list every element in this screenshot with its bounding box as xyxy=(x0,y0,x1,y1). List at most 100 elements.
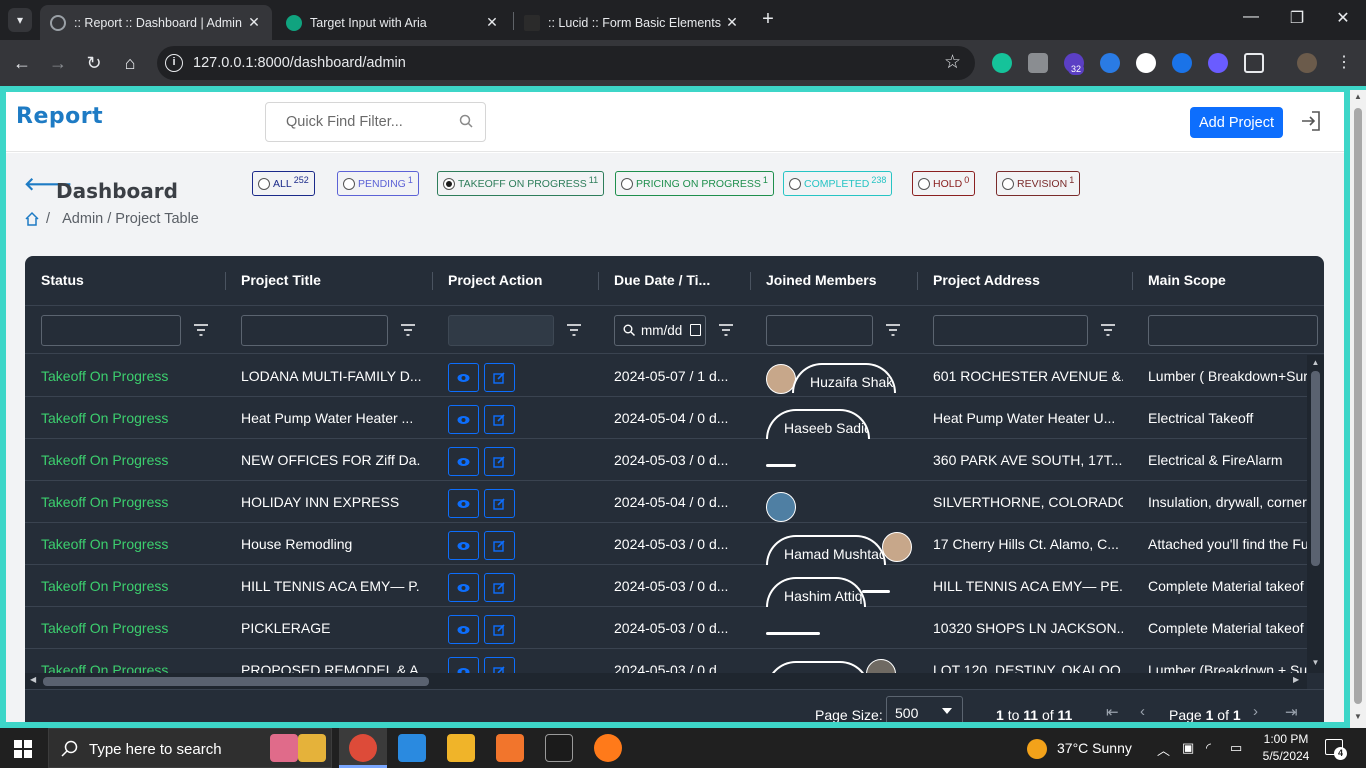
battery-icon[interactable]: ▭ xyxy=(1230,740,1242,756)
filter-icon[interactable] xyxy=(194,324,208,336)
column-header-main-scope[interactable]: Main Scope xyxy=(1148,272,1226,288)
grammarly-extension-icon[interactable] xyxy=(992,53,1012,73)
next-page-icon[interactable]: › xyxy=(1253,703,1258,720)
browser-tab-report[interactable]: :: Report :: Dashboard | Admin | ✕ xyxy=(40,5,272,40)
joined-members-filter-input[interactable] xyxy=(766,315,873,346)
scroll-down-arrow-icon[interactable]: ▼ xyxy=(1307,658,1324,667)
filter-takeoff-on-progress[interactable]: TAKEOFF ON PROGRESS 11 xyxy=(437,171,605,196)
close-tab-icon[interactable]: ✕ xyxy=(246,14,262,31)
breadcrumb-path[interactable]: Admin / Project Table xyxy=(62,211,199,227)
filter-hold[interactable]: HOLD 0 xyxy=(912,171,976,196)
gear-extension-icon[interactable] xyxy=(1208,53,1228,73)
minimize-window-button[interactable]: — xyxy=(1236,8,1266,26)
view-project-button[interactable] xyxy=(448,657,479,673)
member-name-pill[interactable]: Hashim Attiq xyxy=(766,577,866,607)
sun-weather-icon[interactable] xyxy=(1027,739,1047,759)
profile-avatar[interactable] xyxy=(1297,53,1317,73)
table-row[interactable]: Takeoff On Progress HOLIDAY INN EXPRESS … xyxy=(25,481,1307,523)
windows-start-icon[interactable] xyxy=(14,740,32,758)
member-name-pill[interactable] xyxy=(766,661,870,673)
member-name-pill[interactable]: Haseeb Sadiq xyxy=(766,409,870,439)
weather-text[interactable]: 37°C Sunny xyxy=(1057,740,1132,756)
edit-project-button[interactable] xyxy=(484,363,515,392)
home-icon[interactable]: ⌂ xyxy=(118,51,142,75)
view-project-button[interactable] xyxy=(448,489,479,518)
logout-icon[interactable] xyxy=(1299,109,1323,133)
browser-tab-target-input[interactable]: Target Input with Aria ✕ xyxy=(276,5,510,40)
quick-find-input[interactable] xyxy=(266,103,456,141)
edit-project-button[interactable] xyxy=(484,447,515,476)
chevron-up-icon[interactable]: ︿ xyxy=(1157,740,1170,759)
column-header-status[interactable]: Status xyxy=(41,272,84,288)
edit-project-button[interactable] xyxy=(484,489,515,518)
radio-icon[interactable] xyxy=(343,177,355,190)
infinity-extension-icon[interactable] xyxy=(1172,53,1192,73)
edit-project-button[interactable] xyxy=(484,405,515,434)
address-bar[interactable]: i 127.0.0.1:8000/dashboard/admin ☆ xyxy=(157,46,975,80)
close-window-button[interactable]: ✕ xyxy=(1328,8,1358,28)
edit-project-button[interactable] xyxy=(484,657,515,673)
device-icon[interactable]: ▣ xyxy=(1182,740,1194,756)
table-vertical-scrollbar[interactable]: ▲ ▼ xyxy=(1307,355,1324,673)
bookmark-star-icon[interactable]: ☆ xyxy=(944,51,961,74)
calendar-icon[interactable] xyxy=(690,324,701,336)
camera-extension-icon[interactable] xyxy=(1028,53,1048,73)
last-page-icon[interactable]: ⇥ xyxy=(1285,703,1298,721)
column-divider[interactable] xyxy=(598,272,599,290)
scroll-up-arrow-icon[interactable]: ▲ xyxy=(1350,92,1366,101)
table-horizontal-scrollbar[interactable]: ◀ ▶ xyxy=(25,673,1307,689)
project-address-filter-input[interactable] xyxy=(933,315,1088,346)
filter-all[interactable]: ALL 252 xyxy=(252,171,315,196)
avatar[interactable] xyxy=(866,659,896,673)
gift-icon[interactable] xyxy=(298,734,326,762)
scroll-up-arrow-icon[interactable]: ▲ xyxy=(1307,358,1324,367)
vscode-icon[interactable] xyxy=(398,734,426,762)
taskbar-clock[interactable]: 1:00 PM 5/5/2024 xyxy=(1256,731,1316,765)
add-project-button[interactable]: Add Project xyxy=(1190,107,1283,138)
radio-icon[interactable] xyxy=(258,177,270,190)
restore-window-button[interactable]: ❐ xyxy=(1282,8,1312,28)
member-name-pill[interactable]: Huzaifa Shakir xyxy=(792,363,896,393)
column-header-project-title[interactable]: Project Title xyxy=(241,272,321,288)
site-info-icon[interactable]: i xyxy=(165,54,183,72)
reload-icon[interactable]: ↻ xyxy=(82,51,106,75)
filter-icon[interactable] xyxy=(567,324,581,336)
filter-icon[interactable] xyxy=(1101,324,1115,336)
chrome-icon[interactable] xyxy=(349,734,377,762)
table-row[interactable]: Takeoff On Progress PROPOSED REMODEL & A… xyxy=(25,649,1307,673)
scroll-left-arrow-icon[interactable]: ◀ xyxy=(30,675,36,684)
scrollbar-thumb[interactable] xyxy=(1311,371,1320,566)
column-header-due-date[interactable]: Due Date / Ti... xyxy=(614,272,710,288)
filter-icon[interactable] xyxy=(401,324,415,336)
address-url[interactable]: 127.0.0.1:8000/dashboard/admin xyxy=(193,55,406,71)
status-filter-input[interactable] xyxy=(41,315,181,346)
scroll-down-arrow-icon[interactable]: ▼ xyxy=(1350,712,1366,721)
home-breadcrumb-icon[interactable] xyxy=(24,211,40,227)
scrollbar-thumb[interactable] xyxy=(1354,108,1362,704)
column-divider[interactable] xyxy=(1132,272,1133,290)
project-title-filter-input[interactable] xyxy=(241,315,388,346)
table-row[interactable]: Takeoff On Progress House Remodling 2024… xyxy=(25,523,1307,565)
close-tab-icon[interactable]: ✕ xyxy=(484,14,500,31)
edit-project-button[interactable] xyxy=(484,531,515,560)
scrollbar-thumb[interactable] xyxy=(43,677,429,686)
radio-icon[interactable] xyxy=(918,177,930,190)
table-row[interactable]: Takeoff On Progress Heat Pump Water Heat… xyxy=(25,397,1307,439)
filter-completed[interactable]: COMPLETED 238 xyxy=(783,171,893,196)
scroll-right-arrow-icon[interactable]: ▶ xyxy=(1293,675,1299,684)
member-name-pill[interactable]: Hamad Mushtaq xyxy=(766,535,886,565)
edit-project-button[interactable] xyxy=(484,573,515,602)
new-tab-button[interactable]: + xyxy=(758,8,778,31)
view-project-button[interactable] xyxy=(448,405,479,434)
previous-page-icon[interactable]: ‹ xyxy=(1140,703,1145,720)
due-date-filter-input[interactable]: mm/dd xyxy=(614,315,706,346)
search-highlight-flowers-icon[interactable] xyxy=(270,734,298,762)
wifi-icon[interactable]: ◜ xyxy=(1206,740,1211,756)
file-explorer-icon[interactable] xyxy=(447,734,475,762)
terminal-icon[interactable] xyxy=(545,734,573,762)
view-project-button[interactable] xyxy=(448,573,479,602)
table-row[interactable]: Takeoff On Progress HILL TENNIS ACA EMY—… xyxy=(25,565,1307,607)
view-project-button[interactable] xyxy=(448,531,479,560)
firefox-icon[interactable] xyxy=(594,734,622,762)
close-tab-icon[interactable]: ✕ xyxy=(724,14,740,31)
